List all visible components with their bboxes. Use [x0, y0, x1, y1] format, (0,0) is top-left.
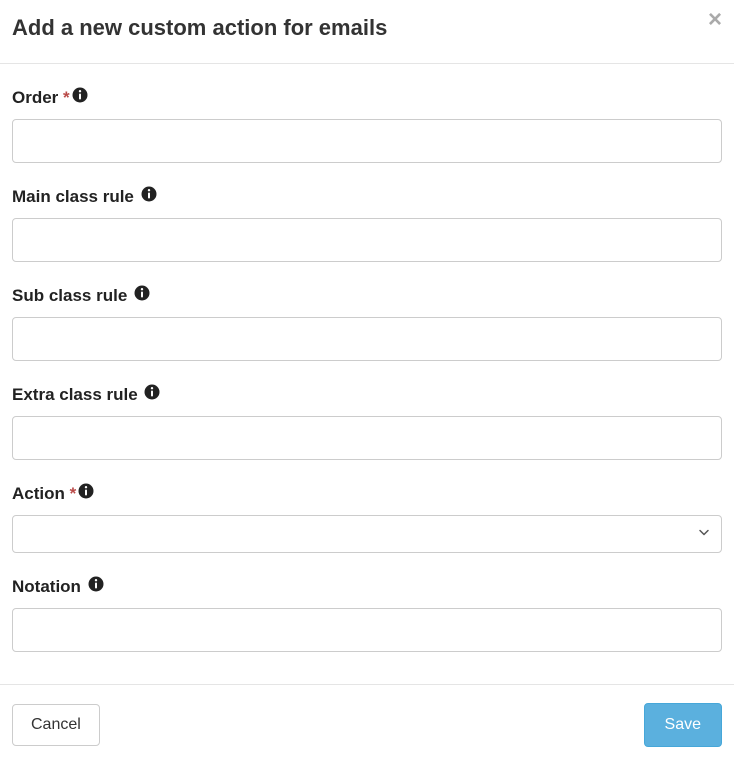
order-input[interactable]	[12, 119, 722, 163]
form-group-extra-class: Extra class rule	[12, 385, 722, 460]
sub-class-input[interactable]	[12, 317, 722, 361]
modal-header: Add a new custom action for emails ×	[0, 0, 734, 64]
info-icon[interactable]	[72, 87, 88, 108]
info-icon[interactable]	[144, 384, 160, 405]
info-icon[interactable]	[88, 576, 104, 597]
form-group-notation: Notation	[12, 577, 722, 652]
info-icon[interactable]	[134, 285, 150, 306]
close-button[interactable]: ×	[708, 8, 722, 32]
extra-class-label-text: Extra class rule	[12, 385, 138, 404]
action-label: Action *	[12, 484, 722, 505]
modal-title: Add a new custom action for emails	[12, 15, 722, 41]
order-label-text: Order	[12, 88, 58, 107]
main-class-input[interactable]	[12, 218, 722, 262]
action-label-text: Action	[12, 484, 65, 503]
notation-input[interactable]	[12, 608, 722, 652]
required-mark: *	[63, 88, 70, 107]
info-icon[interactable]	[141, 186, 157, 207]
extra-class-label: Extra class rule	[12, 385, 722, 406]
form-group-order: Order *	[12, 88, 722, 163]
modal-footer: Cancel Save	[0, 684, 734, 765]
required-mark: *	[70, 484, 77, 503]
action-select[interactable]	[12, 515, 722, 553]
form-group-sub-class: Sub class rule	[12, 286, 722, 361]
notation-label: Notation	[12, 577, 722, 598]
sub-class-label-text: Sub class rule	[12, 286, 127, 305]
main-class-label: Main class rule	[12, 187, 722, 208]
sub-class-label: Sub class rule	[12, 286, 722, 307]
extra-class-input[interactable]	[12, 416, 722, 460]
modal-body: Order * Main class rule Sub class rule E…	[0, 64, 734, 684]
order-label: Order *	[12, 88, 722, 109]
notation-label-text: Notation	[12, 577, 81, 596]
form-group-action: Action *	[12, 484, 722, 553]
save-button[interactable]: Save	[644, 703, 722, 747]
form-group-main-class: Main class rule	[12, 187, 722, 262]
main-class-label-text: Main class rule	[12, 187, 134, 206]
close-icon: ×	[708, 6, 722, 33]
action-select-wrapper	[12, 515, 722, 553]
info-icon[interactable]	[78, 483, 94, 504]
cancel-button[interactable]: Cancel	[12, 704, 100, 746]
